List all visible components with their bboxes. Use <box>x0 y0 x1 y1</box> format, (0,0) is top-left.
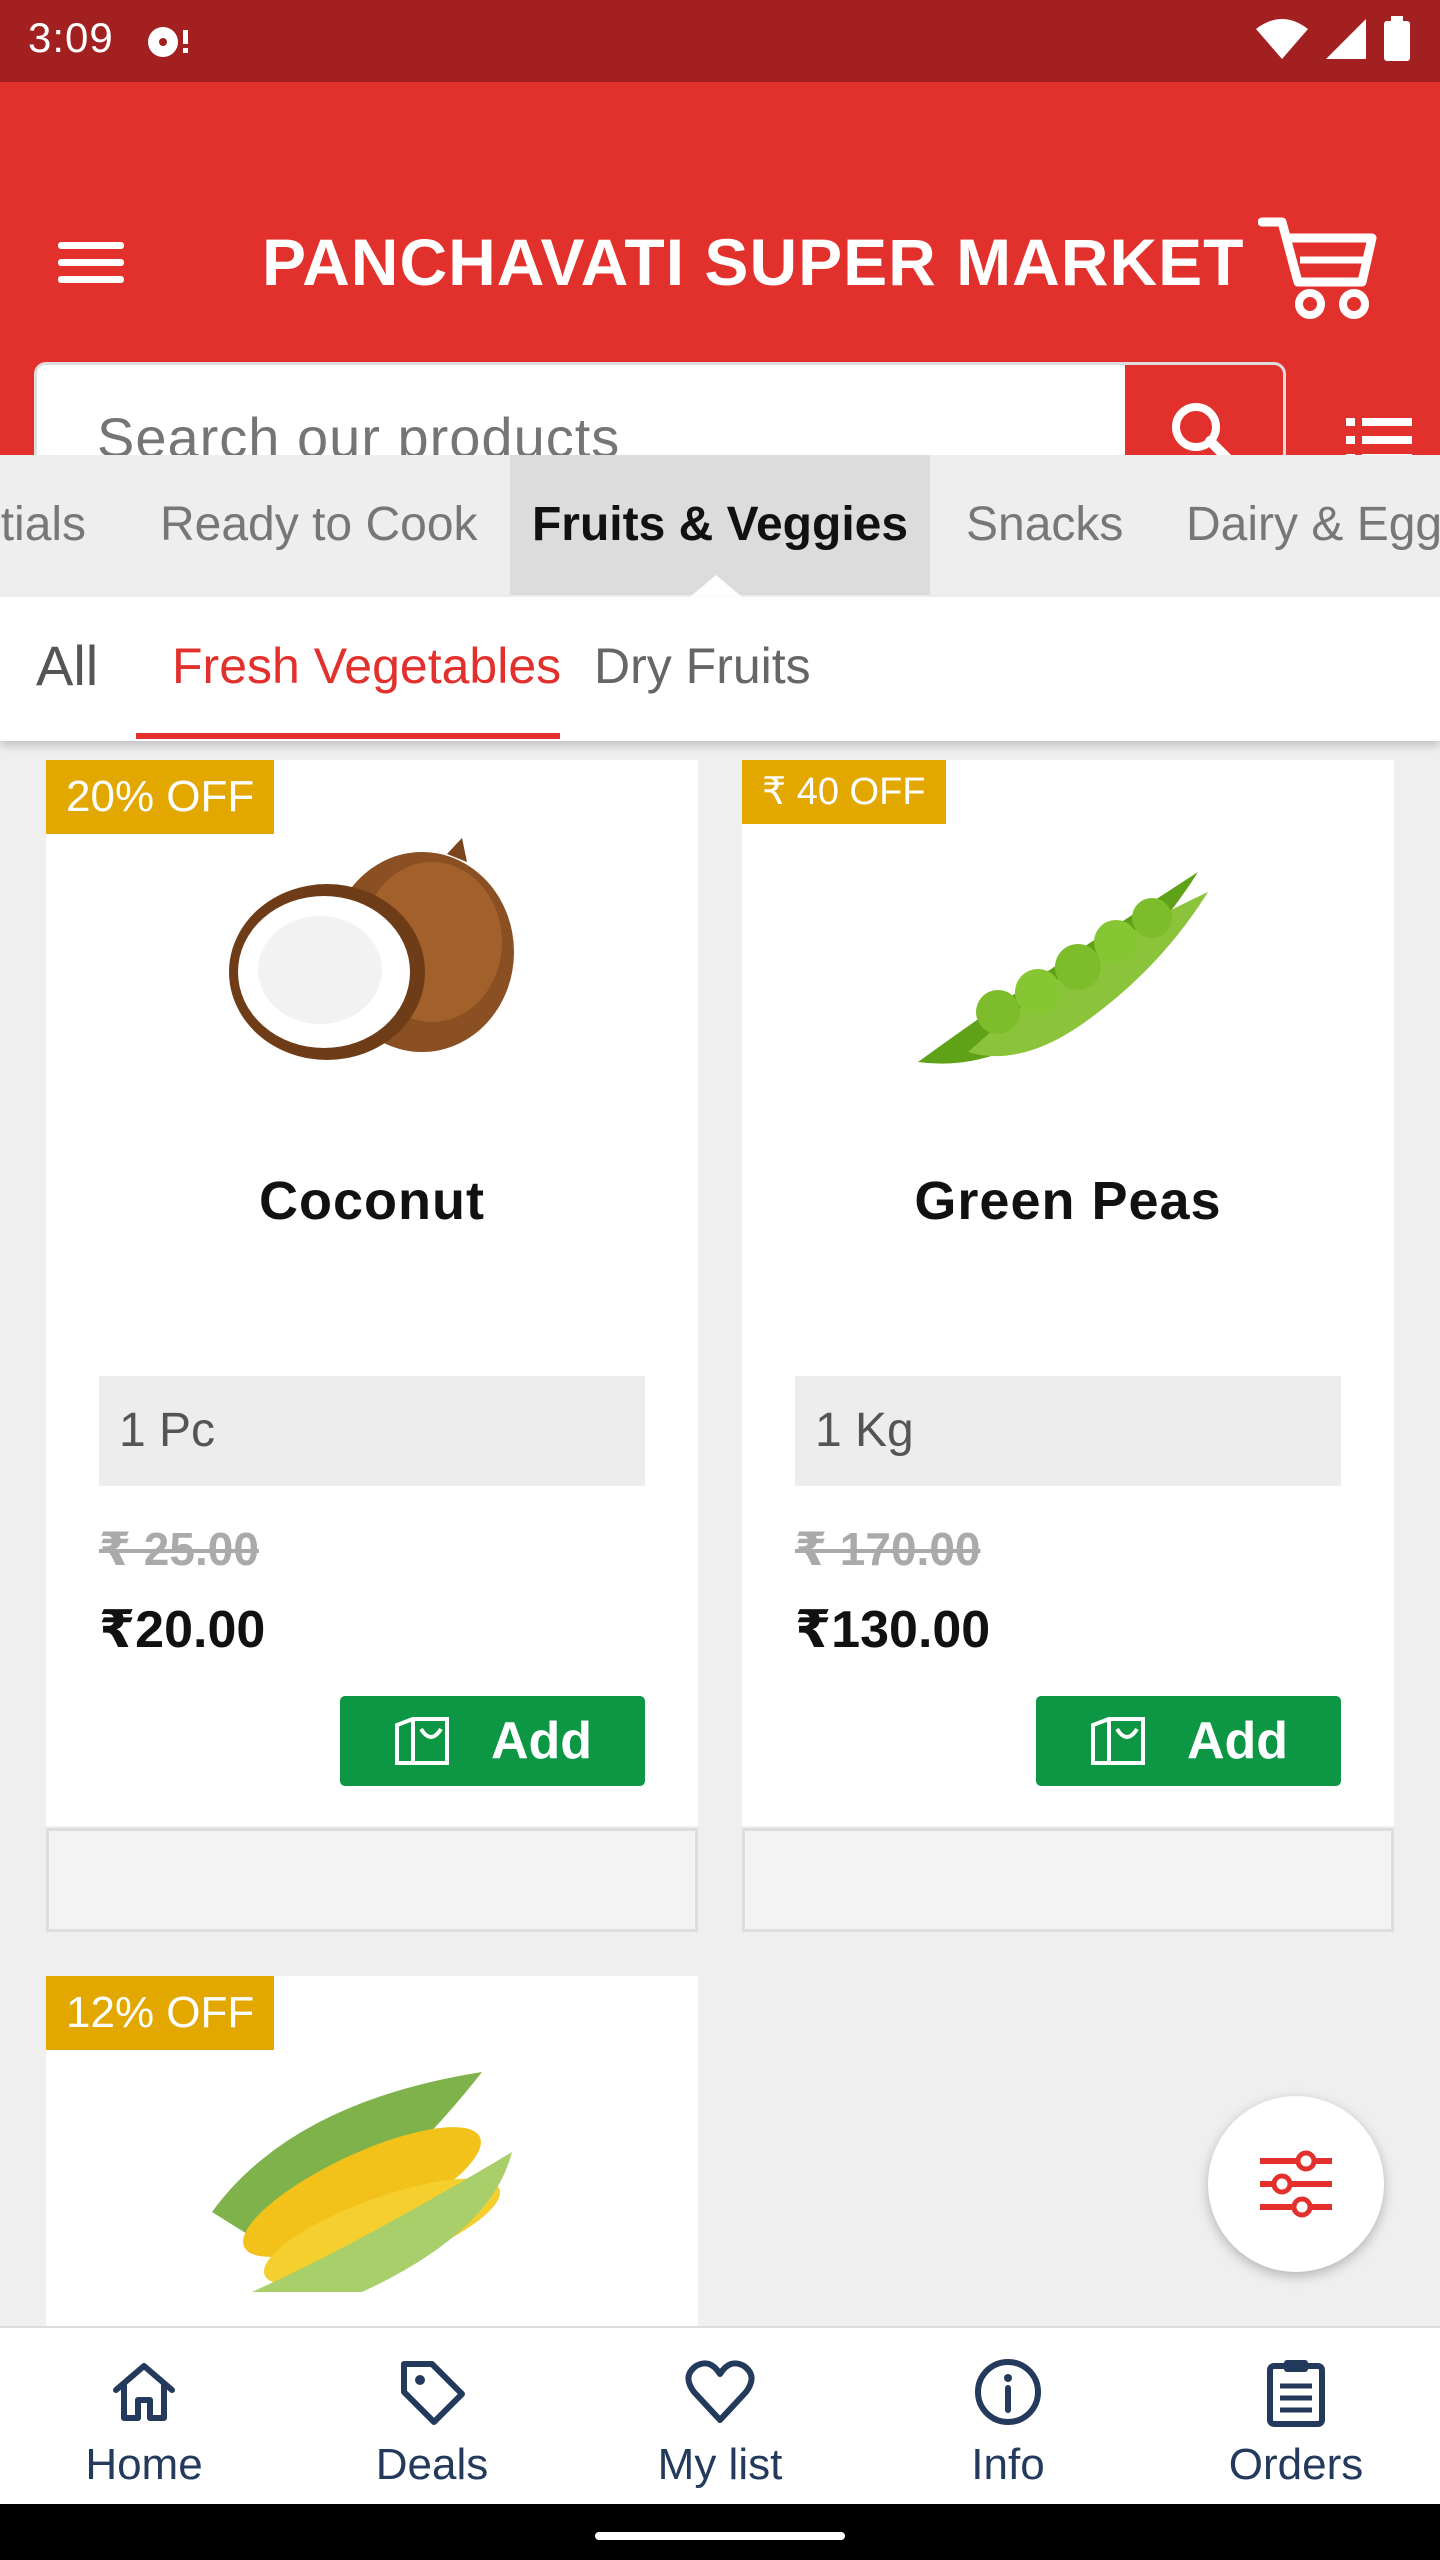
category-tabs: ntials Ready to Cook Fruits & Veggies Sn… <box>0 455 1440 595</box>
menu-icon[interactable] <box>58 232 138 292</box>
nav-label: Orders <box>1228 2440 1364 2489</box>
gesture-bar <box>0 2504 1440 2560</box>
subtab-fresh-vegetables[interactable]: Fresh Vegetables <box>172 637 561 695</box>
nav-label: Home <box>85 2440 203 2489</box>
filter-sliders-icon <box>1260 2150 1332 2218</box>
discount-badge: ₹ 40 OFF <box>742 760 946 824</box>
add-button-label: Add <box>1186 1712 1289 1770</box>
home-gesture-handle[interactable] <box>595 2532 845 2540</box>
add-button-label: Add <box>490 1712 593 1770</box>
active-subtab-indicator <box>136 733 560 739</box>
wifi-icon <box>1256 19 1308 59</box>
tab-fruits-veggies[interactable]: Fruits & Veggies <box>510 455 930 595</box>
product-name: Coconut <box>259 1171 485 1231</box>
product-card[interactable]: ₹ 40 OFF Green Peas 1 Kg ₹ 170.00 ₹130.0… <box>742 760 1394 1826</box>
add-to-cart-button[interactable]: Add <box>1036 1696 1341 1786</box>
heart-icon <box>685 2360 755 2423</box>
active-tab-pointer <box>690 575 742 597</box>
card-footer <box>46 1828 698 1932</box>
product-name: Green Peas <box>914 1171 1222 1231</box>
sale-price: ₹130.00 <box>795 1601 991 1659</box>
nav-label: Deals <box>375 2440 489 2489</box>
sale-price: ₹20.00 <box>99 1601 266 1659</box>
nav-label: My list <box>657 2440 783 2489</box>
bottom-navigation: Home Deals My list Info Orders <box>0 2326 1440 2504</box>
green-peas-image <box>918 872 1208 1064</box>
signal-icon <box>1326 19 1366 59</box>
product-card[interactable]: 12% OFF <box>46 1976 698 2328</box>
shopping-bag-icon <box>1090 1717 1145 1765</box>
nav-info[interactable]: Info <box>864 2328 1152 2506</box>
card-footer <box>742 1828 1394 1932</box>
nav-orders[interactable]: Orders <box>1152 2328 1440 2506</box>
discount-badge: 20% OFF <box>46 760 275 834</box>
tag-icon <box>401 2361 465 2425</box>
shopping-bag-icon <box>394 1717 449 1765</box>
quantity-selector[interactable]: 1 Kg <box>795 1376 1341 1486</box>
quantity-selector[interactable]: 1 Pc <box>99 1376 645 1486</box>
status-bar: 3:09 <box>0 0 1440 82</box>
info-icon <box>975 2359 1041 2425</box>
discount-badge: 12% OFF <box>46 1976 275 2050</box>
original-price: ₹ 25.00 <box>99 1523 259 1575</box>
corn-image <box>212 2072 512 2292</box>
tab-essentials[interactable]: ntials <box>0 455 86 595</box>
tab-snacks[interactable]: Snacks <box>966 455 1123 595</box>
product-card[interactable]: 20% OFF Coconut 1 Pc ₹ 25.00 ₹20.00 Add <box>46 760 698 1826</box>
nav-home[interactable]: Home <box>0 2328 288 2506</box>
tab-ready-to-cook[interactable]: Ready to Cook <box>160 455 478 595</box>
status-icons <box>1254 16 1412 62</box>
add-to-cart-button[interactable]: Add <box>340 1696 645 1786</box>
cart-icon[interactable] <box>1258 212 1378 324</box>
coconut-image <box>229 838 514 1060</box>
clipboard-icon <box>1267 2360 1325 2427</box>
status-time: 3:09 <box>28 14 114 61</box>
nav-my-list[interactable]: My list <box>576 2328 864 2506</box>
nav-label: Info <box>971 2440 1045 2489</box>
battery-icon <box>1384 16 1410 61</box>
nav-deals[interactable]: Deals <box>288 2328 576 2506</box>
app-title: PANCHAVATI SUPER MARKET <box>262 225 1245 299</box>
subtab-dry-fruits[interactable]: Dry Fruits <box>594 637 811 695</box>
subtab-all[interactable]: All <box>36 633 98 698</box>
original-price: ₹ 170.00 <box>795 1523 981 1575</box>
tab-dairy-egg[interactable]: Dairy & Egg <box>1186 455 1440 595</box>
filter-button[interactable] <box>1208 2096 1384 2272</box>
home-icon <box>113 2363 175 2421</box>
media-icon <box>148 27 188 57</box>
subcategory-tabs: All Fresh Vegetables Dry Fruits <box>0 597 1440 741</box>
app-header: PANCHAVATI SUPER MARKET <box>0 82 1440 508</box>
